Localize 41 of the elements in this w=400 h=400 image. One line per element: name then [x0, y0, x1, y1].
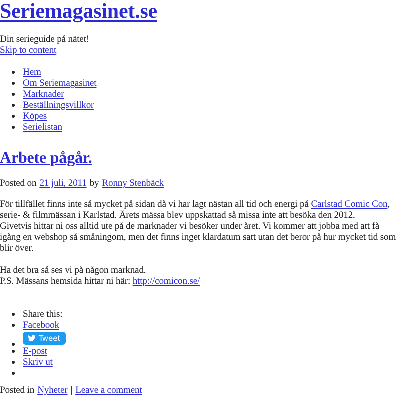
bullet-icon: [12, 350, 15, 353]
paragraph: För tillfället finns inte så mycket på sidan då vi har lagt nästan all tid och energi på Carlstad Comic Con, serie- & filmmässan i Karlstad. Årets mässa blev uppskattad så missa inte att besöka den 2012.: [0, 199, 392, 221]
site-tagline: Din serieguide på nätet!: [0, 34, 91, 45]
inline-link[interactable]: Carlstad Comic Con: [311, 199, 388, 210]
author-link[interactable]: Ronny Stenbäck: [102, 178, 164, 189]
bullet-icon: [12, 361, 15, 364]
nav-link[interactable]: Marknader: [23, 89, 64, 100]
paragraph: P.S. Mässans hemsida hittar ni här: http://comicon.se/: [0, 276, 202, 287]
nav-link[interactable]: Hem: [23, 67, 42, 78]
bird-icon: [28, 335, 36, 342]
nav-link[interactable]: Serielistan: [23, 122, 62, 133]
share-link[interactable]: Skriv ut: [23, 357, 53, 368]
bullet-icon: [12, 115, 15, 118]
separator-text: |: [70, 385, 73, 396]
date-link[interactable]: 21 juli, 2011: [40, 178, 87, 189]
bullet-icon: [12, 71, 15, 74]
bullet-icon: [12, 343, 15, 346]
post-title-link[interactable]: Arbete pågår.: [0, 150, 92, 168]
bullet-icon: [12, 126, 15, 129]
nav-link[interactable]: Köpes: [23, 111, 48, 122]
inline-link[interactable]: http://comicon.se/: [132, 276, 200, 287]
bullet-icon: [12, 372, 15, 375]
skip-link[interactable]: Skip to content: [0, 45, 57, 56]
bullet-icon: [12, 324, 15, 327]
nav-link[interactable]: Beställningsvillkor: [23, 100, 94, 111]
paragraph: Ha det bra så ses vi på någon marknad.: [0, 265, 148, 276]
bullet-icon: [12, 82, 15, 85]
bullet-icon: [12, 104, 15, 107]
meta-text: Posted in: [0, 385, 35, 396]
share-link[interactable]: E-post: [23, 346, 48, 357]
comment-link[interactable]: Leave a comment: [76, 385, 142, 396]
meta-text: by: [90, 178, 100, 189]
paragraph: Givetvis hittar ni oss alltid ute på de marknader vi besöker under året. Vi kommer att jobba med att få igång en webshop så småningom, men det finns inget klardatum satt utan det beror på hur mycket tid som blir över.: [0, 221, 398, 254]
category-link[interactable]: Nyheter: [38, 385, 68, 396]
share-label: Share this:: [23, 309, 63, 320]
nav-link[interactable]: Om Seriemagasinet: [23, 78, 97, 89]
bullet-icon: [12, 93, 15, 96]
bullet-icon: [12, 313, 15, 316]
meta-text: Posted on: [0, 178, 37, 189]
share-link[interactable]: Facebook: [23, 320, 60, 331]
site-title-link[interactable]: Seriemagasinet.se: [0, 0, 158, 22]
